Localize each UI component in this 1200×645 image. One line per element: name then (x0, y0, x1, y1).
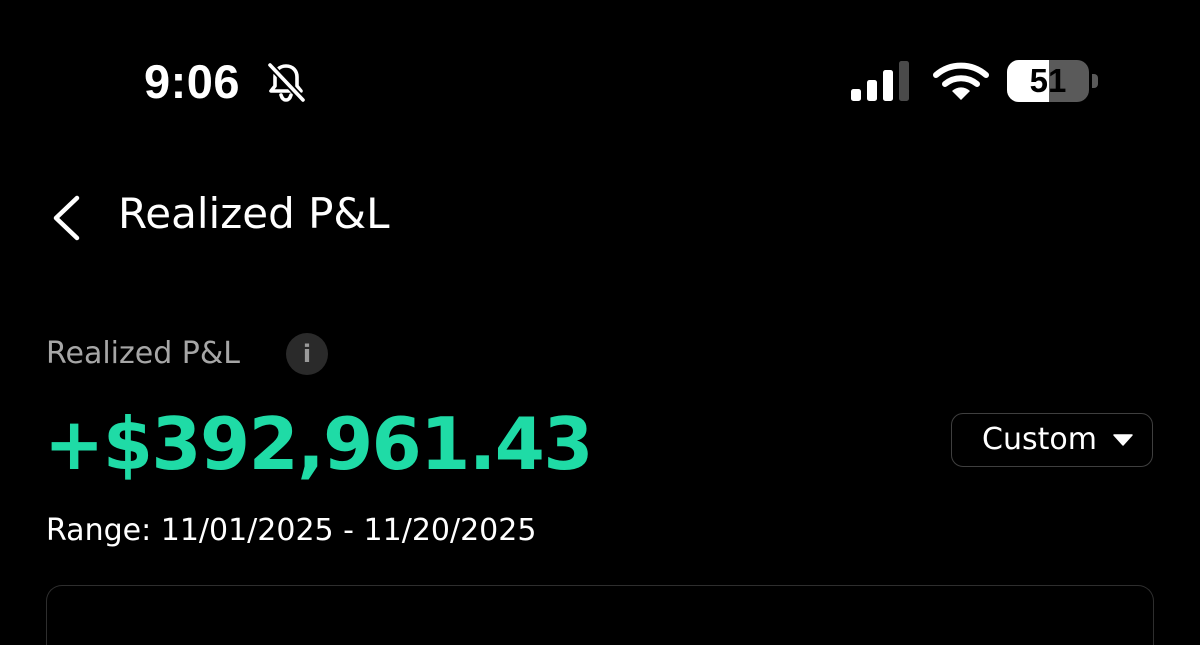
back-button[interactable] (36, 180, 100, 252)
chevron-left-icon (53, 195, 80, 241)
page-title: Realized P&L (118, 189, 390, 238)
battery-icon: 51 (1007, 60, 1099, 102)
battery-cap (1092, 74, 1098, 88)
date-range-dropdown[interactable]: Custom (951, 413, 1153, 467)
content-card (46, 585, 1154, 645)
wifi-icon (933, 62, 989, 100)
date-range-text: Range: 11/01/2025 - 11/20/2025 (46, 513, 537, 548)
info-icon[interactable]: i (286, 333, 328, 375)
realized-pnl-label: Realized P&L (46, 336, 240, 371)
caret-down-icon (1113, 434, 1133, 446)
date-range-dropdown-label: Custom (982, 422, 1097, 457)
bell-slash-icon (266, 61, 307, 104)
realized-pnl-value: +$392,961.43 (44, 402, 593, 486)
status-time: 9:06 (144, 55, 241, 108)
battery-level: 51 (1029, 62, 1067, 99)
battery-body: 51 (1007, 60, 1089, 102)
cellular-signal-icon (851, 61, 909, 101)
